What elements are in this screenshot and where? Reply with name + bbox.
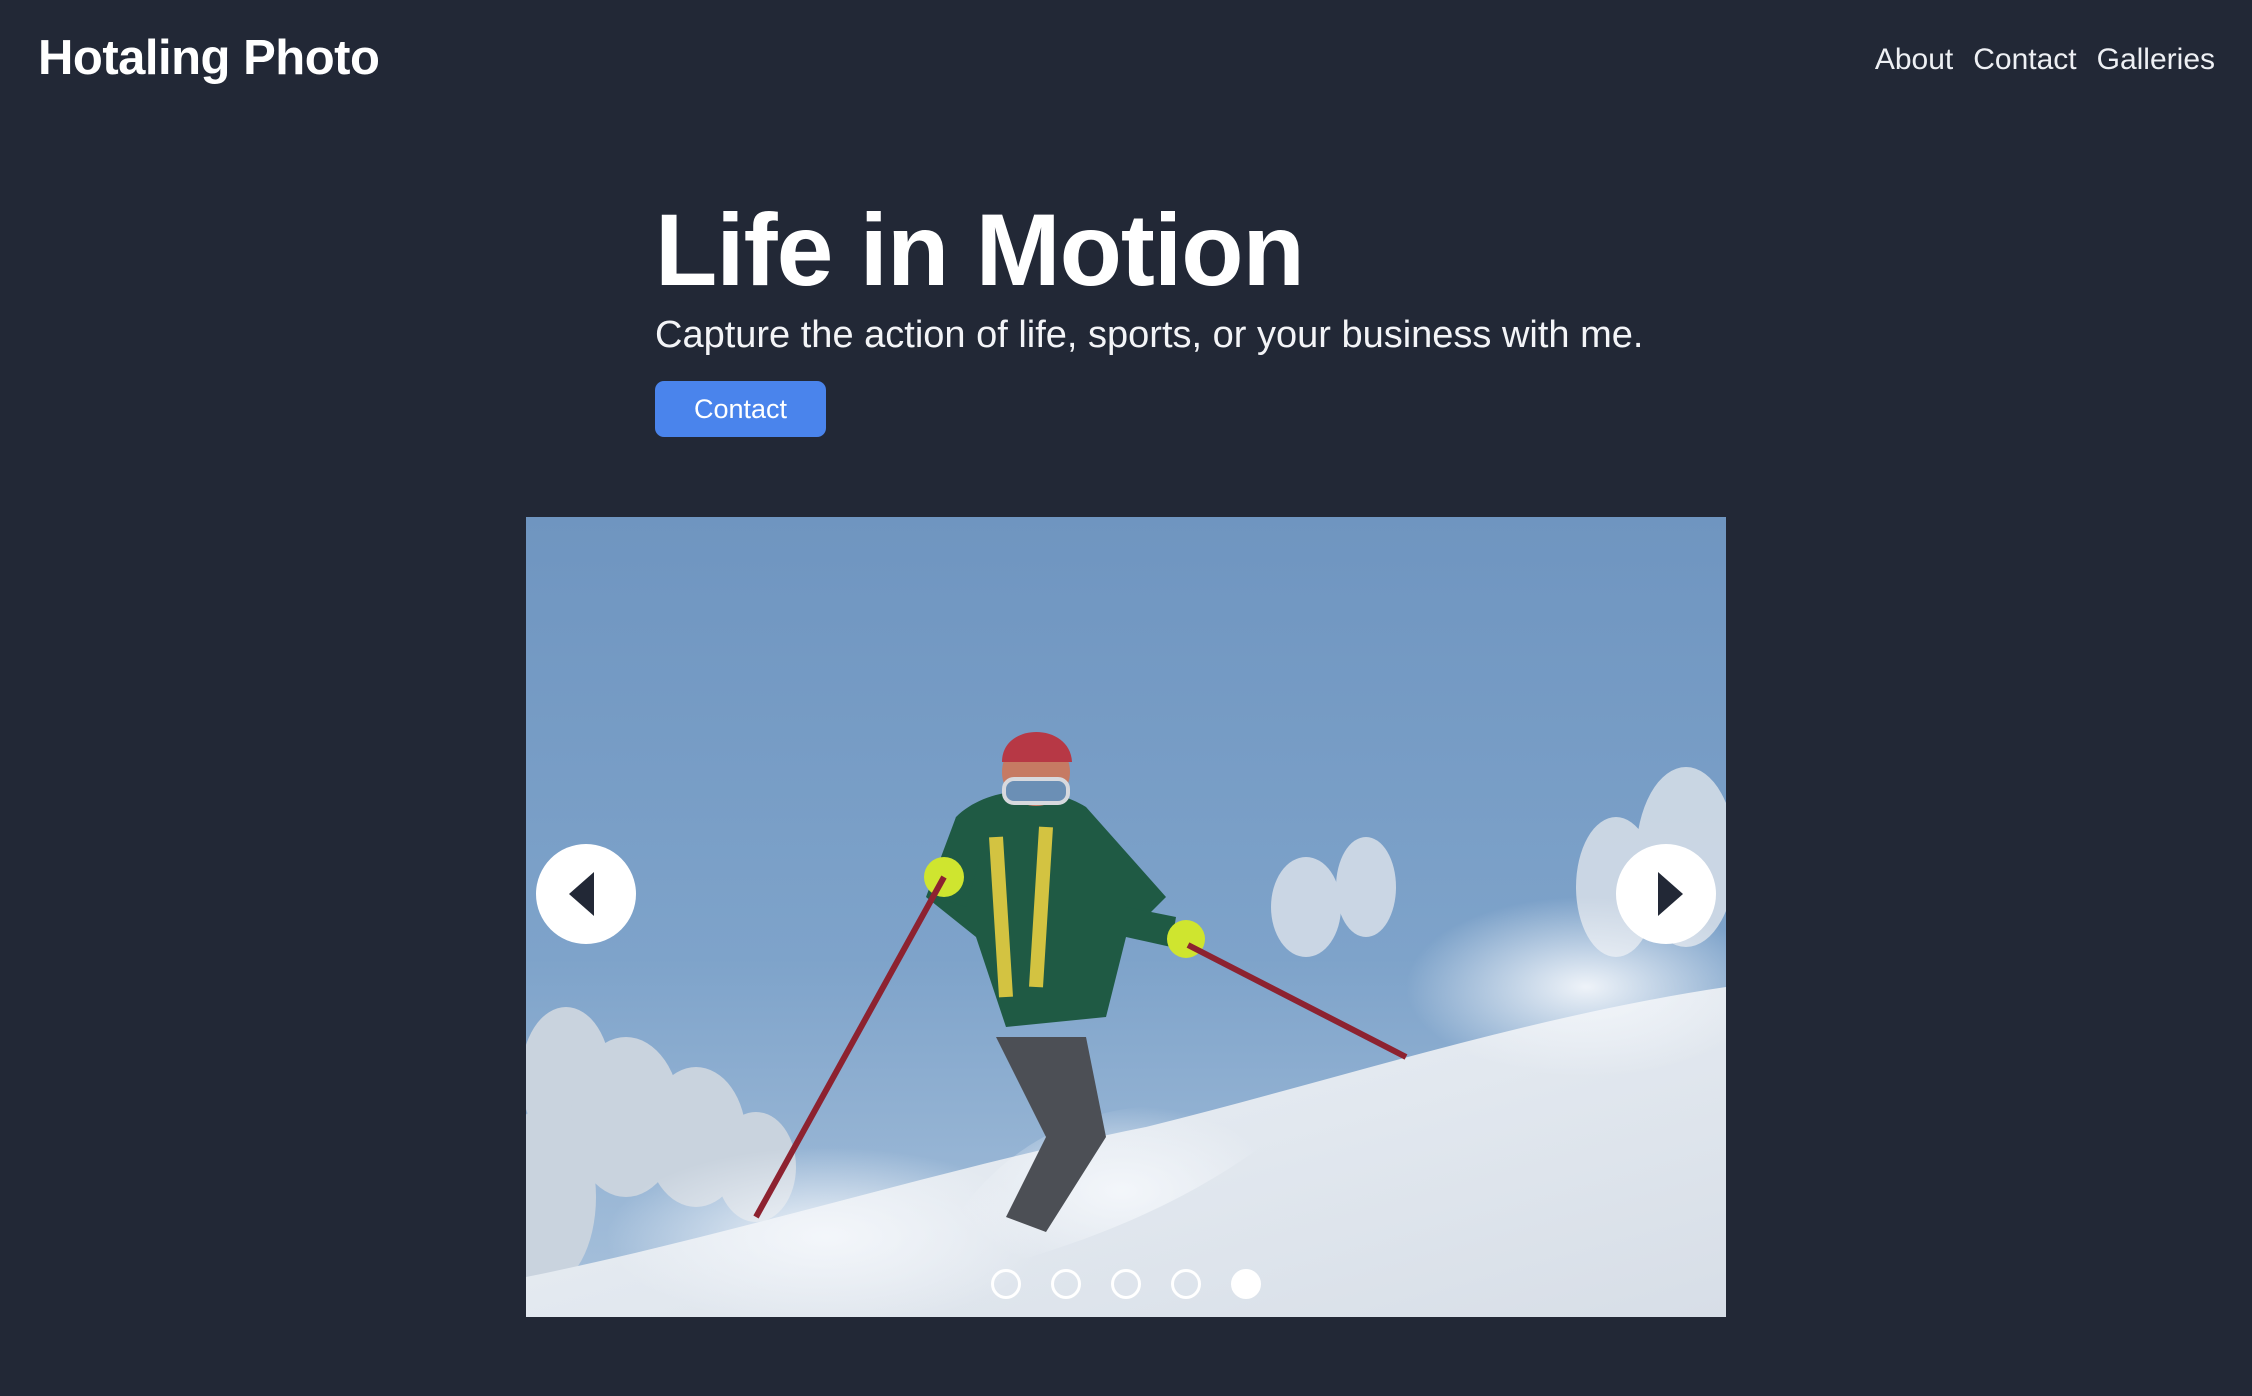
carousel-next-button[interactable] — [1616, 844, 1716, 944]
carousel-dot-5[interactable] — [1231, 1269, 1261, 1299]
hero-section: Life in Motion Capture the action of lif… — [655, 190, 1755, 437]
carousel-indicators — [526, 1269, 1726, 1299]
main-nav: About Contact Galleries — [1875, 38, 2215, 82]
contact-button[interactable]: Contact — [655, 381, 826, 437]
chevron-left-icon — [569, 872, 594, 916]
brand-logo-link[interactable]: Hotaling Photo — [38, 26, 380, 90]
chevron-right-icon — [1658, 872, 1683, 916]
nav-link-contact[interactable]: Contact — [1973, 38, 2076, 82]
nav-link-about[interactable]: About — [1875, 38, 1953, 82]
carousel-slide-image — [526, 517, 1726, 1317]
photo-carousel — [526, 517, 1726, 1317]
carousel-dot-2[interactable] — [1051, 1269, 1081, 1299]
carousel-dot-3[interactable] — [1111, 1269, 1141, 1299]
site-header: Hotaling Photo About Contact Galleries — [0, 0, 2252, 120]
carousel-dot-1[interactable] — [991, 1269, 1021, 1299]
hero-title: Life in Motion — [655, 193, 1305, 307]
hero-subtitle: Capture the action of life, sports, or y… — [655, 314, 1644, 356]
nav-link-galleries[interactable]: Galleries — [2097, 38, 2215, 82]
carousel-dot-4[interactable] — [1171, 1269, 1201, 1299]
carousel-prev-button[interactable] — [536, 844, 636, 944]
